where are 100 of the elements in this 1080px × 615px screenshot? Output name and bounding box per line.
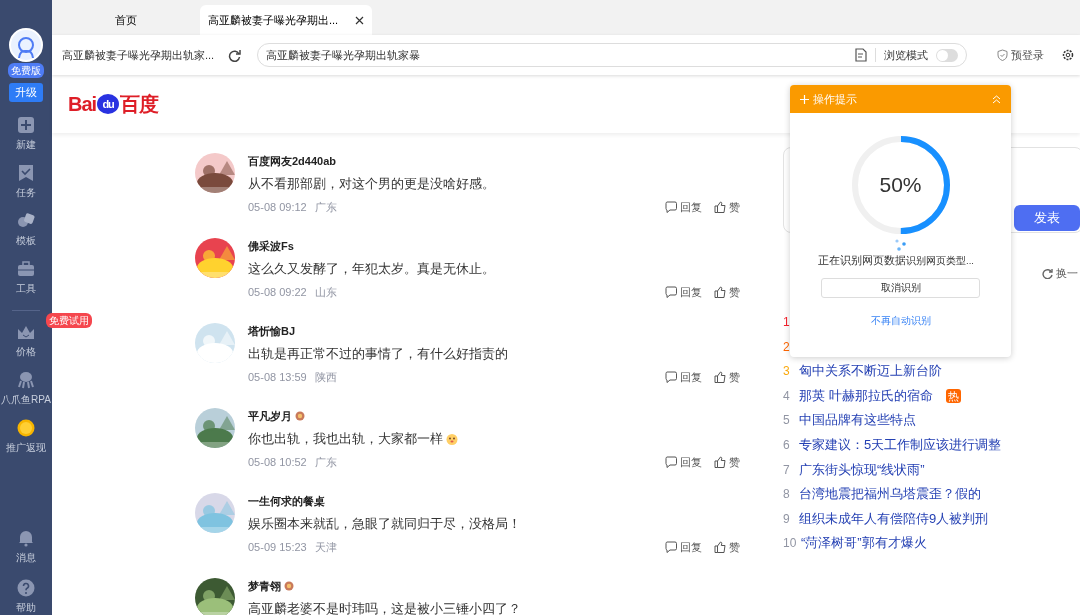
comment-region: 广东 xyxy=(314,200,337,215)
hot-search-link[interactable]: 台湾地震把福州乌塔震歪？假的 xyxy=(799,482,981,507)
sidebar-label[interactable]: 八爪鱼RPA xyxy=(1,391,51,407)
rank-number: 5 xyxy=(783,412,791,430)
reply-button[interactable]: 回复 xyxy=(665,454,702,471)
comment-region: 陕西 xyxy=(314,370,337,385)
shapes-icon[interactable] xyxy=(17,211,35,230)
rank-number: 9 xyxy=(783,510,791,528)
thumbs-up-icon xyxy=(714,286,726,299)
comment-icon xyxy=(665,286,677,299)
document-icon[interactable] xyxy=(855,48,867,62)
reply-button[interactable]: 回复 xyxy=(665,369,702,386)
toggle-switch[interactable] xyxy=(936,48,958,62)
thumbs-up-icon xyxy=(714,371,726,384)
like-button[interactable]: 赞 xyxy=(714,199,740,216)
thumbs-up-icon xyxy=(714,456,726,469)
refresh-button[interactable]: 换一 xyxy=(1042,265,1078,282)
rank-number: 8 xyxy=(783,486,791,504)
like-button[interactable]: 赞 xyxy=(714,539,740,556)
hot-search-link[interactable]: 专家建议：5天工作制应该进行调整 xyxy=(799,432,1002,458)
sidebar-label[interactable]: 任务 xyxy=(16,184,36,200)
comment-region: 山东 xyxy=(314,285,337,300)
rank-number: 2 xyxy=(783,338,791,356)
comment-time: 05-08 13:59 xyxy=(248,370,307,385)
settings-icon[interactable] xyxy=(1062,49,1074,61)
submit-button[interactable]: 发表 xyxy=(1014,205,1080,231)
sidebar-label[interactable]: 帮助 xyxy=(16,600,36,615)
comment-text: 高亚麟老婆不是时玮吗，这是被小三锤小四了？ xyxy=(248,601,521,615)
octopus-icon[interactable] xyxy=(17,370,35,389)
comment-text: 娱乐圈本来就乱，急眼了就同归于尽，没格局！ xyxy=(248,516,521,532)
bell-icon[interactable] xyxy=(17,529,35,547)
browse-mode-label: 浏览模式 xyxy=(884,47,928,63)
comment-region: 天津 xyxy=(314,540,337,555)
comment-time: 05-08 09:22 xyxy=(248,285,307,300)
rank-number: 3 xyxy=(783,363,791,381)
comment-time: 05-08 09:12 xyxy=(248,200,307,215)
like-button[interactable]: 赞 xyxy=(714,284,740,301)
comment-text: 出轨是再正常不过的事情了，有什么好指责的 xyxy=(248,346,508,362)
comment-time: 05-09 15:23 xyxy=(248,540,307,555)
page-title: 高亚麟被妻子曝光孕期出轨家... xyxy=(62,47,216,63)
reply-button[interactable]: 回复 xyxy=(665,539,702,556)
toolbox-icon[interactable] xyxy=(17,259,35,278)
user-name[interactable]: 塔忻愉BJ xyxy=(248,324,296,338)
thumbs-up-icon xyxy=(714,541,726,554)
browser-tab[interactable]: 高亚麟被妻子曝光孕期出... xyxy=(200,5,372,35)
plus-icon[interactable] xyxy=(17,115,35,134)
upgrade-button[interactable]: 升级 xyxy=(9,83,43,102)
user-name[interactable]: 平凡岁月 xyxy=(248,409,292,423)
refresh-icon xyxy=(1042,267,1053,279)
like-button[interactable]: 赞 xyxy=(714,369,740,386)
sidebar-label[interactable]: 模板 xyxy=(16,232,36,248)
plan-badge: 免费版 xyxy=(8,63,44,78)
coin-icon[interactable] xyxy=(17,418,35,437)
shield-icon xyxy=(997,49,1008,61)
flag-icon[interactable] xyxy=(17,163,35,182)
collapse-icon[interactable] xyxy=(992,94,1001,104)
popup-title: 操作提示 xyxy=(813,91,858,107)
hot-search-link[interactable]: 匈中关系不断迈上新台阶 xyxy=(799,359,942,384)
hot-search-link[interactable]: 中国品牌有这些特点 xyxy=(799,408,916,433)
thumbs-up-icon xyxy=(714,201,726,214)
reply-button[interactable]: 回复 xyxy=(665,284,702,301)
rank-number: 7 xyxy=(783,461,791,479)
reply-button[interactable]: 回复 xyxy=(665,199,702,216)
status-text: 正在识别网页数据 xyxy=(818,253,906,268)
sidebar-label[interactable]: 工具 xyxy=(16,280,36,296)
sidebar-label[interactable]: 新建 xyxy=(16,136,36,152)
hot-search-link[interactable]: 广东街头惊现“线状雨” xyxy=(799,457,925,483)
sidebar-label[interactable]: 推广返现 xyxy=(6,439,46,455)
help-icon[interactable] xyxy=(17,579,35,597)
comment-icon xyxy=(665,456,677,469)
login-button[interactable]: 预登录 xyxy=(997,46,1044,64)
comment-icon xyxy=(665,371,677,384)
sidebar-label[interactable]: 价格 xyxy=(16,343,36,359)
hot-search-link[interactable]: 组织未成年人有偿陪侍9人被判刑 xyxy=(799,506,989,532)
move-icon[interactable] xyxy=(800,94,809,104)
status-detail: 识别网页类型... xyxy=(906,254,974,269)
comment-time: 05-08 10:52 xyxy=(248,455,307,470)
comment-text: 你也出轨，我也出轨，大家都一样 xyxy=(248,431,443,447)
close-icon[interactable] xyxy=(355,15,364,25)
user-name[interactable]: 梦青翎 xyxy=(248,579,281,593)
loading-icon xyxy=(893,238,908,252)
user-name[interactable]: 百度网友2d440ab xyxy=(248,154,337,168)
hot-search-link[interactable]: 那英 叶赫那拉氏的宿命 xyxy=(799,383,933,409)
comment-region: 广东 xyxy=(314,455,337,470)
comment-text: 从不看那部剧，对这个男的更是没啥好感。 xyxy=(248,176,495,192)
browser-tab[interactable]: 首页 xyxy=(52,5,200,35)
sidebar-label[interactable]: 消息 xyxy=(16,550,36,565)
hot-tag: 热 xyxy=(945,389,961,404)
progress-percent: 50% xyxy=(879,172,922,199)
avatar[interactable] xyxy=(9,28,43,62)
rank-number: 4 xyxy=(783,387,791,405)
hot-search-link[interactable]: “菏泽树哥”郭有才爆火 xyxy=(801,531,927,556)
user-name[interactable]: 佛采波Fs xyxy=(248,239,294,253)
baidu-logo[interactable]: Bai du 百度 xyxy=(68,89,159,119)
like-button[interactable]: 赞 xyxy=(714,454,740,471)
disable-auto-detect-link[interactable]: 不再自动识别 xyxy=(864,311,937,329)
comment-icon xyxy=(665,201,677,214)
cancel-button[interactable]: 取消识别 xyxy=(821,277,980,298)
user-name[interactable]: 一生何求的餐桌 xyxy=(248,494,325,508)
refresh-icon[interactable] xyxy=(228,48,241,62)
